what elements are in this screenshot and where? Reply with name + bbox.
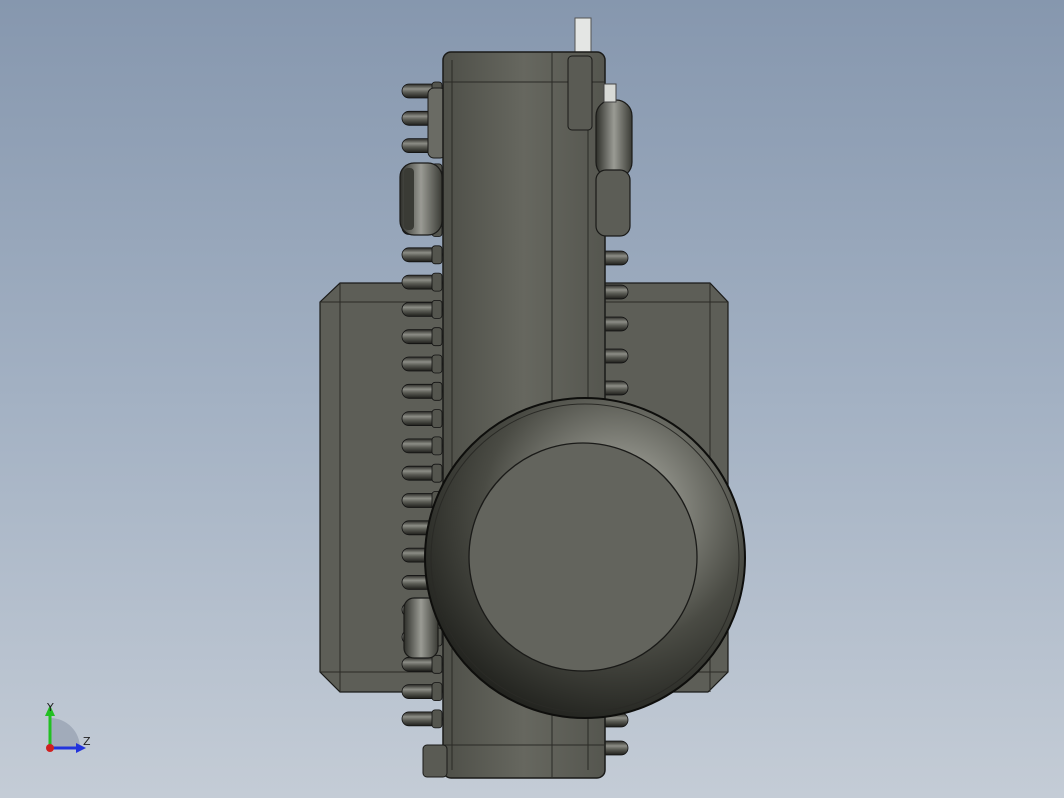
left-cap-upper xyxy=(399,162,443,236)
left-stud xyxy=(401,245,443,265)
left-stud xyxy=(401,381,443,401)
left-stud xyxy=(401,409,443,429)
left-stud xyxy=(401,299,443,319)
origin-dot xyxy=(46,744,54,752)
graphics-viewport[interactable]: Y Z xyxy=(0,0,1064,798)
orientation-triad: Y Z xyxy=(45,701,91,753)
left-stud xyxy=(401,463,443,483)
y-axis-label: Y xyxy=(46,701,54,714)
motor-end-cap xyxy=(424,397,746,719)
cad-model-view[interactable]: Y Z xyxy=(0,0,1064,798)
left-stud xyxy=(401,354,443,374)
right-cap-middle xyxy=(595,169,631,237)
left-stud xyxy=(401,436,443,456)
left-stud xyxy=(401,272,443,292)
z-axis-label: Z xyxy=(83,735,91,748)
left-stud xyxy=(401,682,443,701)
left-stud xyxy=(401,327,443,347)
left-stud xyxy=(401,709,443,729)
